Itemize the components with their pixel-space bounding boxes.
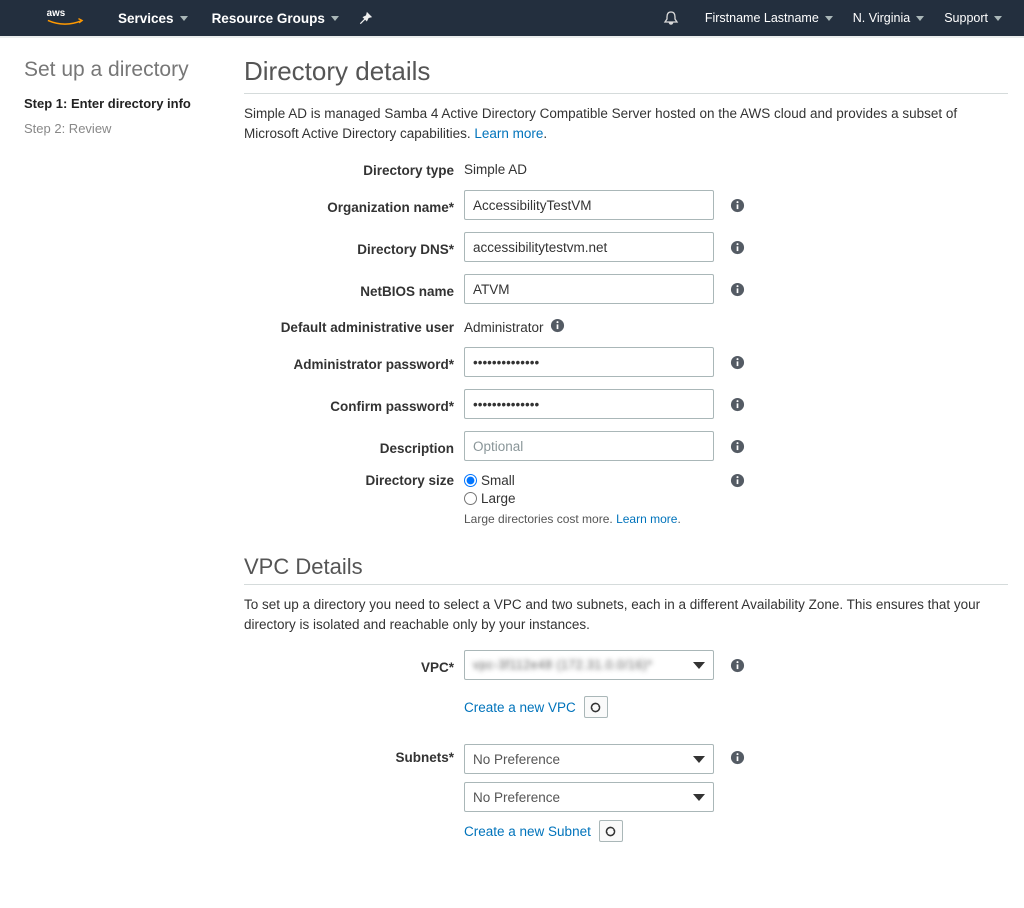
- value-directory-type: Simple AD: [464, 158, 527, 177]
- sidebar-step-1[interactable]: Step 1: Enter directory info: [24, 96, 220, 111]
- info-icon[interactable]: [730, 282, 745, 297]
- info-icon[interactable]: [730, 439, 745, 454]
- intro-text: Simple AD is managed Samba 4 Active Dire…: [244, 104, 1008, 143]
- dns-input[interactable]: [464, 232, 714, 262]
- vpc-select[interactable]: vpc-3f112e48 (172.31.0.0/16)*: [464, 650, 714, 680]
- chevron-down-icon: [693, 662, 705, 669]
- info-icon[interactable]: [550, 318, 565, 333]
- nav-support-label: Support: [944, 11, 988, 25]
- value-admin-user: Administrator: [464, 316, 544, 335]
- chevron-down-icon: [693, 794, 705, 801]
- subnet1-value: No Preference: [473, 752, 560, 767]
- label-directory-type: Directory type: [244, 159, 464, 178]
- nav-user-label: Firstname Lastname: [705, 11, 819, 25]
- org-name-input[interactable]: [464, 190, 714, 220]
- chevron-down-icon: [331, 16, 339, 21]
- nav-services-label: Services: [118, 11, 174, 26]
- svg-text:aws: aws: [47, 8, 66, 19]
- label-admin-pass: Administrator password*: [244, 353, 464, 372]
- aws-logo[interactable]: aws: [46, 7, 84, 29]
- nav-support[interactable]: Support: [944, 11, 1002, 25]
- nav-resource-groups-label: Resource Groups: [212, 11, 325, 26]
- learn-more-link[interactable]: Learn more: [474, 126, 543, 141]
- nav-user[interactable]: Firstname Lastname: [705, 11, 833, 25]
- vpc-heading: VPC Details: [244, 554, 1008, 580]
- info-icon[interactable]: [730, 397, 745, 412]
- label-subnets: Subnets*: [244, 744, 464, 765]
- size-note: Large directories cost more. Learn more.: [464, 512, 724, 526]
- radio-small[interactable]: Small: [464, 473, 724, 488]
- top-nav: aws Services Resource Groups Firstname L…: [0, 0, 1024, 36]
- pin-icon[interactable]: [359, 11, 373, 25]
- label-vpc: VPC*: [244, 656, 464, 675]
- divider: [244, 584, 1008, 585]
- vpc-intro: To set up a directory you need to select…: [244, 595, 1008, 634]
- sidebar-title: Set up a directory: [24, 58, 220, 82]
- subnet2-select[interactable]: No Preference: [464, 782, 714, 812]
- nav-resource-groups[interactable]: Resource Groups: [212, 11, 339, 26]
- info-icon[interactable]: [730, 355, 745, 370]
- info-icon[interactable]: [730, 658, 745, 673]
- main-content: Directory details Simple AD is managed S…: [228, 56, 1008, 868]
- notifications-icon[interactable]: [663, 10, 679, 26]
- divider: [244, 93, 1008, 94]
- chevron-down-icon: [180, 16, 188, 21]
- label-netbios: NetBIOS name: [244, 280, 464, 299]
- radio-large-input[interactable]: [464, 492, 477, 505]
- nav-region-label: N. Virginia: [853, 11, 910, 25]
- info-icon[interactable]: [730, 198, 745, 213]
- chevron-down-icon: [916, 16, 924, 21]
- info-icon[interactable]: [730, 473, 745, 488]
- label-dns: Directory DNS*: [244, 238, 464, 257]
- size-learn-more-link[interactable]: Learn more: [616, 512, 677, 526]
- chevron-down-icon: [994, 16, 1002, 21]
- label-org-name: Organization name*: [244, 196, 464, 215]
- radio-large[interactable]: Large: [464, 491, 724, 506]
- subnet1-select[interactable]: No Preference: [464, 744, 714, 774]
- page-title: Directory details: [244, 56, 1008, 87]
- netbios-input[interactable]: [464, 274, 714, 304]
- label-admin-user: Default administrative user: [244, 316, 464, 335]
- nav-region[interactable]: N. Virginia: [853, 11, 924, 25]
- confirm-pass-input[interactable]: [464, 389, 714, 419]
- admin-pass-input[interactable]: [464, 347, 714, 377]
- create-subnet-link[interactable]: Create a new Subnet: [464, 824, 591, 839]
- subnet2-value: No Preference: [473, 790, 560, 805]
- label-confirm-pass: Confirm password*: [244, 395, 464, 414]
- sidebar: Set up a directory Step 1: Enter directo…: [16, 56, 228, 868]
- description-input[interactable]: [464, 431, 714, 461]
- refresh-vpc-button[interactable]: [584, 696, 608, 718]
- create-vpc-link[interactable]: Create a new VPC: [464, 700, 576, 715]
- chevron-down-icon: [693, 756, 705, 763]
- vpc-select-value: vpc-3f112e48 (172.31.0.0/16)*: [473, 658, 653, 672]
- info-icon[interactable]: [730, 750, 745, 765]
- label-description: Description: [244, 437, 464, 456]
- sidebar-step-2[interactable]: Step 2: Review: [24, 121, 220, 136]
- radio-small-input[interactable]: [464, 474, 477, 487]
- info-icon[interactable]: [730, 240, 745, 255]
- refresh-subnet-button[interactable]: [599, 820, 623, 842]
- label-dir-size: Directory size: [244, 473, 464, 488]
- nav-services[interactable]: Services: [118, 11, 188, 26]
- chevron-down-icon: [825, 16, 833, 21]
